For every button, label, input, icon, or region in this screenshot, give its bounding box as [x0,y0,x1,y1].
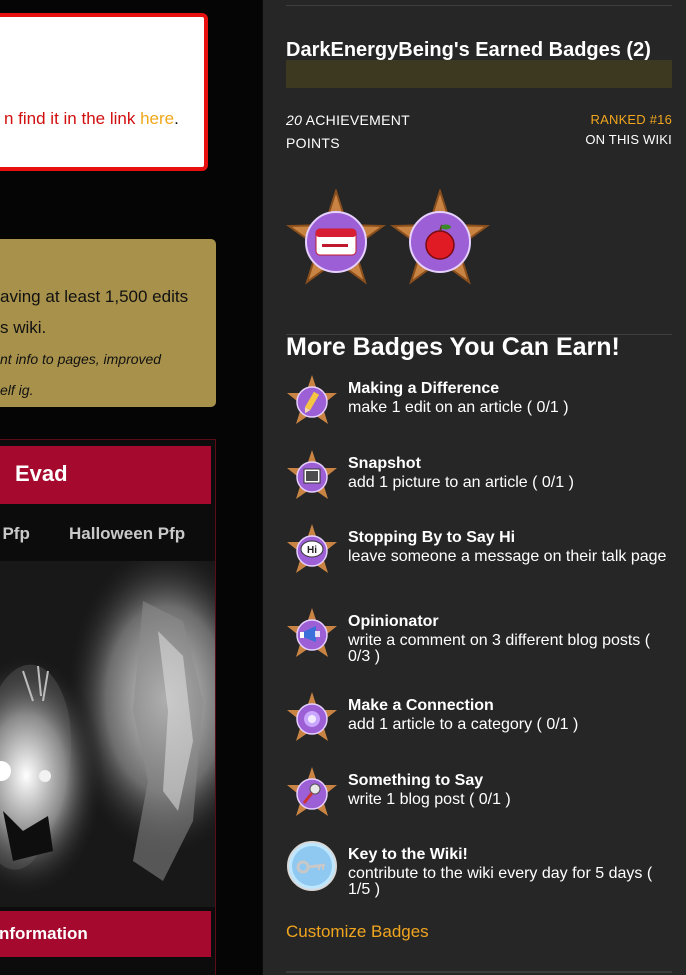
badge-item-snapshot[interactable]: Snapshot add 1 picture to an article ( 0… [286,449,676,509]
article-column: n find it in the link here. aving at lea… [0,0,262,975]
pencil-badge-icon [287,375,337,424]
points-label-1: ACHIEVEMENT [302,112,411,128]
here-link[interactable]: here [140,109,174,128]
badge-name: Making a Difference [348,380,500,397]
award-text-line-4: elf ig. [0,382,34,398]
notice-box: n find it in the link here. [0,13,208,171]
notice-text: n find it in the link here. [4,109,179,129]
customize-badges-link[interactable]: Customize Badges [286,922,429,942]
connection-badge-icon [287,692,337,741]
picture-badge-icon [287,450,337,499]
badge-name: Opinionator [348,613,439,630]
divider [286,5,672,6]
wiki-rank: RANKED #16 ON THIS WIKI [585,110,672,150]
achievement-points: 20 ACHIEVEMENT POINTS [286,109,410,155]
more-badges-title: More Badges You Can Earn! [286,333,620,361]
badge-desc: write a comment on 3 different blog post… [348,632,651,665]
points-value: 20 [286,112,303,128]
tab-halloween-pfp[interactable]: Halloween Pfp [69,524,185,544]
key-badge-icon [287,841,337,891]
badge-item-make-a-connection[interactable]: Make a Connection add 1 article to a cat… [286,691,676,751]
infobox: Evad l Pfp Halloween Pfp [0,439,216,975]
badge-item-making-a-difference[interactable]: Making a Difference make 1 edit on an ar… [286,374,676,434]
name-tag-badge-icon[interactable] [286,189,386,289]
earned-badges-title-text: DarkEnergyBeing's Earned Badges (2) [286,39,651,61]
award-text-line-3: nt info to pages, improved [0,351,162,367]
earned-badges-title: DarkEnergyBeing's Earned Badges (2) [286,37,672,63]
rank-line-1[interactable]: RANKED #16 [585,110,672,130]
information-header-label: nformation [0,924,88,943]
badge-item-something-to-say[interactable]: Something to Say write 1 blog post ( 0/1… [286,766,676,826]
notice-period: . [174,109,179,128]
award-text-line-2: s wiki. [0,318,47,337]
badge-name: Something to Say [348,772,484,789]
badge-desc: add 1 picture to an article ( 0/1 ) [348,474,574,491]
award-notice-box: aving at least 1,500 edits s wiki. nt in… [0,239,216,407]
microphone-badge-icon [287,767,337,816]
badge-item-stopping-by-to-say-hi[interactable]: Hi Stopping By to Say Hi leave someone a… [286,523,676,593]
badge-desc: make 1 edit on an article ( 0/1 ) [348,399,569,416]
notice-text-main: n find it in the link [4,109,141,128]
badge-desc: contribute to the wiki every day for 5 d… [348,865,653,898]
badge-desc: leave someone a message on their talk pa… [348,548,667,565]
apple-badge-icon[interactable] [390,189,490,289]
badge-name: Snapshot [348,455,421,472]
hi-bubble-badge-icon: Hi [287,524,337,573]
divider [286,971,672,973]
rank-line-2: ON THIS WIKI [585,132,672,147]
infobox-tabs: l Pfp Halloween Pfp [0,524,215,550]
badges-panel: DarkEnergyBeing's Earned Badges (2) 20 A… [263,0,686,975]
badge-desc: add 1 article to a category ( 0/1 ) [348,716,579,733]
badge-name: Stopping By to Say Hi [348,529,516,546]
infobox-image[interactable] [0,561,215,907]
megaphone-badge-icon [287,608,337,657]
badge-item-key-to-the-wiki[interactable]: Key to the Wiki! contribute to the wiki … [286,840,676,910]
badge-item-opinionator[interactable]: Opinionator write a comment on 3 differe… [286,607,676,677]
badge-desc: write 1 blog post ( 0/1 ) [348,791,511,808]
earned-badges-list [286,189,586,289]
svg-text:Hi: Hi [307,545,317,556]
infobox-title: Evad [15,461,68,486]
badge-name: Key to the Wiki! [348,846,468,863]
infobox-title-bar: Evad [0,446,211,504]
title-highlight [286,60,672,88]
information-header: nformation [0,911,211,957]
tab-pfp[interactable]: l Pfp [0,524,30,544]
points-label-2: POINTS [286,135,340,151]
award-text-line-1: aving at least 1,500 edits [0,287,189,306]
badge-name: Make a Connection [348,697,494,714]
